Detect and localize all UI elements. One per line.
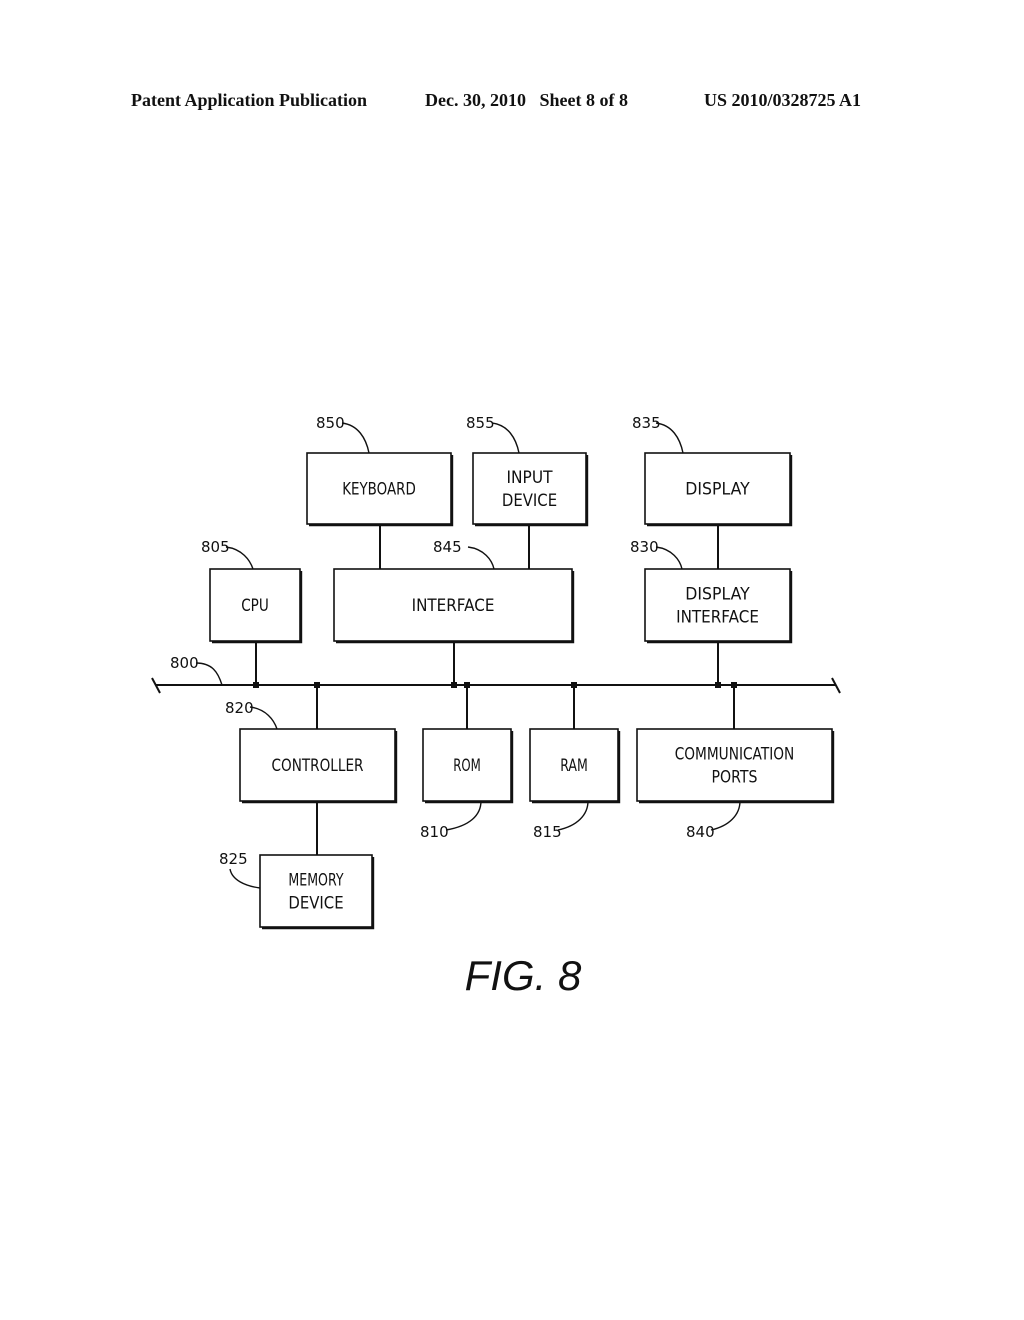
- block-label: INTERFACE: [412, 596, 495, 616]
- block-label: DISPLAY: [685, 585, 750, 605]
- ref-leader: [710, 800, 741, 831]
- ref-leader: [249, 706, 278, 730]
- block-label: KEYBOARD: [342, 480, 416, 500]
- block-box: [472, 452, 587, 525]
- block-label: DEVICE: [288, 894, 343, 914]
- block-display: DISPLAY 835: [632, 414, 793, 527]
- block-box: [644, 568, 791, 642]
- block-memory-device: MEMORY DEVICE 825: [219, 850, 375, 930]
- ref-number: 835: [632, 414, 661, 432]
- ref-number: 855: [466, 414, 495, 432]
- block-label: CPU: [241, 596, 269, 616]
- block-interface: INTERFACE 845: [333, 538, 575, 644]
- block-ram: RAM 815: [529, 728, 621, 841]
- block-box: [636, 728, 833, 802]
- ref-leader: [445, 800, 482, 831]
- block-label: PORTS: [712, 768, 758, 788]
- ref-leader: [655, 546, 683, 570]
- bus-leader: [195, 662, 223, 686]
- block-label: RAM: [560, 756, 588, 776]
- ref-leader: [341, 422, 370, 454]
- block-input-device: INPUT DEVICE 855: [466, 414, 589, 527]
- figure-caption: FIG. 8: [465, 952, 582, 999]
- bus-ref: 800: [170, 654, 199, 672]
- block-label: CONTROLLER: [272, 756, 364, 776]
- ref-number: 805: [201, 538, 230, 556]
- ref-number: 825: [219, 850, 248, 868]
- ref-number: 810: [420, 823, 449, 841]
- ref-number: 845: [433, 538, 462, 556]
- ref-number: 850: [316, 414, 345, 432]
- ref-leader: [225, 546, 254, 570]
- block-box: [259, 854, 373, 928]
- block-label: ROM: [453, 756, 481, 776]
- block-label: INPUT: [507, 468, 554, 488]
- block-label: MEMORY: [288, 871, 344, 891]
- block-display-interface: DISPLAY INTERFACE 830: [630, 538, 793, 644]
- block-keyboard: KEYBOARD 850: [306, 414, 454, 527]
- block-rom: ROM 810: [420, 728, 514, 841]
- block-label: DEVICE: [502, 491, 557, 511]
- ref-leader: [491, 422, 520, 454]
- ref-number: 820: [225, 699, 254, 717]
- ref-leader: [557, 800, 589, 831]
- ref-leader: [467, 546, 495, 570]
- ref-number: 840: [686, 823, 715, 841]
- ref-number: 830: [630, 538, 659, 556]
- block-communication-ports: COMMUNICATION PORTS 840: [636, 728, 835, 841]
- block-diagram: 800 KEYBOARD 850 INPUT DEVICE 855 DISPLAY 835 C…: [151, 414, 841, 999]
- blocks: KEYBOARD 850 INPUT DEVICE 855 DISPLAY 835 CPU 80…: [201, 414, 835, 930]
- block-label: DISPLAY: [685, 480, 750, 500]
- block-label: INTERFACE: [676, 608, 759, 628]
- block-cpu: CPU 805: [201, 538, 303, 644]
- ref-number: 815: [533, 823, 562, 841]
- ref-leader: [229, 868, 261, 889]
- block-label: COMMUNICATION: [675, 745, 795, 765]
- block-controller: CONTROLLER 820: [225, 699, 398, 804]
